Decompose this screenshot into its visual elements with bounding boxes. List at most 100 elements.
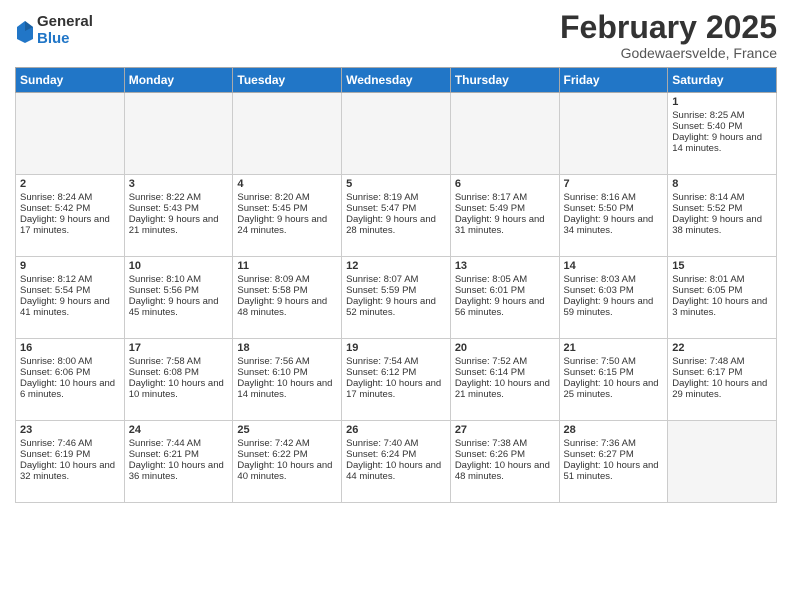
day-number: 6 xyxy=(455,178,555,190)
calendar-cell xyxy=(450,93,559,175)
sunset: Sunset: 6:12 PM xyxy=(346,367,416,378)
day-number: 1 xyxy=(672,96,772,108)
calendar-cell: 16Sunrise: 8:00 AMSunset: 6:06 PMDayligh… xyxy=(16,339,125,421)
daylight: Daylight: 10 hours and 14 minutes. xyxy=(237,378,332,400)
day-number: 12 xyxy=(346,260,446,272)
sunrise: Sunrise: 8:14 AM xyxy=(672,192,744,203)
day-number: 14 xyxy=(564,260,664,272)
sunset: Sunset: 5:40 PM xyxy=(672,121,742,132)
day-number: 2 xyxy=(20,178,120,190)
sunrise: Sunrise: 8:09 AM xyxy=(237,274,309,285)
sunset: Sunset: 5:42 PM xyxy=(20,203,90,214)
day-number: 16 xyxy=(20,342,120,354)
sunrise: Sunrise: 7:40 AM xyxy=(346,438,418,449)
calendar-cell: 24Sunrise: 7:44 AMSunset: 6:21 PMDayligh… xyxy=(124,421,233,503)
calendar-cell: 7Sunrise: 8:16 AMSunset: 5:50 PMDaylight… xyxy=(559,175,668,257)
calendar-week-1: 2Sunrise: 8:24 AMSunset: 5:42 PMDaylight… xyxy=(16,175,777,257)
sunrise: Sunrise: 7:48 AM xyxy=(672,356,744,367)
location: Godewaersvelde, France xyxy=(560,45,777,61)
daylight: Daylight: 10 hours and 21 minutes. xyxy=(455,378,550,400)
sunrise: Sunrise: 8:07 AM xyxy=(346,274,418,285)
day-number: 3 xyxy=(129,178,229,190)
day-number: 18 xyxy=(237,342,337,354)
sunrise: Sunrise: 7:38 AM xyxy=(455,438,527,449)
sunrise: Sunrise: 8:00 AM xyxy=(20,356,92,367)
sunrise: Sunrise: 8:19 AM xyxy=(346,192,418,203)
sunset: Sunset: 6:19 PM xyxy=(20,449,90,460)
sunset: Sunset: 5:43 PM xyxy=(129,203,199,214)
day-number: 27 xyxy=(455,424,555,436)
daylight: Daylight: 10 hours and 6 minutes. xyxy=(20,378,115,400)
daylight: Daylight: 10 hours and 25 minutes. xyxy=(564,378,659,400)
sunset: Sunset: 6:08 PM xyxy=(129,367,199,378)
sunset: Sunset: 6:17 PM xyxy=(672,367,742,378)
calendar-cell: 13Sunrise: 8:05 AMSunset: 6:01 PMDayligh… xyxy=(450,257,559,339)
day-number: 9 xyxy=(20,260,120,272)
sunset: Sunset: 6:26 PM xyxy=(455,449,525,460)
sunset: Sunset: 5:59 PM xyxy=(346,285,416,296)
calendar-cell: 21Sunrise: 7:50 AMSunset: 6:15 PMDayligh… xyxy=(559,339,668,421)
calendar-cell xyxy=(559,93,668,175)
daylight: Daylight: 9 hours and 59 minutes. xyxy=(564,296,654,318)
title-block: February 2025 Godewaersvelde, France xyxy=(560,10,777,61)
daylight: Daylight: 9 hours and 52 minutes. xyxy=(346,296,436,318)
daylight: Daylight: 9 hours and 41 minutes. xyxy=(20,296,110,318)
daylight: Daylight: 9 hours and 21 minutes. xyxy=(129,214,219,236)
sunrise: Sunrise: 8:12 AM xyxy=(20,274,92,285)
calendar-cell: 26Sunrise: 7:40 AMSunset: 6:24 PMDayligh… xyxy=(342,421,451,503)
daylight: Daylight: 9 hours and 34 minutes. xyxy=(564,214,654,236)
day-number: 11 xyxy=(237,260,337,272)
calendar-cell xyxy=(16,93,125,175)
daylight: Daylight: 9 hours and 17 minutes. xyxy=(20,214,110,236)
sunrise: Sunrise: 7:44 AM xyxy=(129,438,201,449)
sunset: Sunset: 5:58 PM xyxy=(237,285,307,296)
sunset: Sunset: 6:27 PM xyxy=(564,449,634,460)
calendar-cell xyxy=(124,93,233,175)
sunset: Sunset: 6:01 PM xyxy=(455,285,525,296)
sunrise: Sunrise: 7:56 AM xyxy=(237,356,309,367)
sunset: Sunset: 6:05 PM xyxy=(672,285,742,296)
day-number: 23 xyxy=(20,424,120,436)
sunset: Sunset: 6:22 PM xyxy=(237,449,307,460)
sunset: Sunset: 6:15 PM xyxy=(564,367,634,378)
daylight: Daylight: 9 hours and 48 minutes. xyxy=(237,296,327,318)
calendar-cell: 9Sunrise: 8:12 AMSunset: 5:54 PMDaylight… xyxy=(16,257,125,339)
daylight: Daylight: 10 hours and 3 minutes. xyxy=(672,296,767,318)
sunset: Sunset: 5:50 PM xyxy=(564,203,634,214)
calendar-cell: 2 Sunrise: 8:24 AMSunset: 5:42 PMDaylight… xyxy=(16,175,125,257)
logo: General Blue xyxy=(15,14,93,47)
day-number: 26 xyxy=(346,424,446,436)
day-number: 21 xyxy=(564,342,664,354)
sunrise: Sunrise: 7:42 AM xyxy=(237,438,309,449)
calendar-cell: 17Sunrise: 7:58 AMSunset: 6:08 PMDayligh… xyxy=(124,339,233,421)
sunrise: Sunrise: 8:01 AM xyxy=(672,274,744,285)
header-monday: Monday xyxy=(124,68,233,93)
calendar-cell: 4Sunrise: 8:20 AMSunset: 5:45 PMDaylight… xyxy=(233,175,342,257)
daylight: Daylight: 10 hours and 48 minutes. xyxy=(455,460,550,482)
sunrise: Sunrise: 8:10 AM xyxy=(129,274,201,285)
calendar-cell: 11 Sunrise: 8:09 AMSunset: 5:58 PMDayligh… xyxy=(233,257,342,339)
sunrise: Sunrise: 8:25 AM xyxy=(672,110,744,121)
sunrise: Sunrise: 8:24 AM xyxy=(20,192,92,203)
daylight: Daylight: 10 hours and 10 minutes. xyxy=(129,378,224,400)
calendar-week-4: 23Sunrise: 7:46 AMSunset: 6:19 PMDayligh… xyxy=(16,421,777,503)
day-number: 8 xyxy=(672,178,772,190)
header-sunday: Sunday xyxy=(16,68,125,93)
sunrise: Sunrise: 7:36 AM xyxy=(564,438,636,449)
sunrise: Sunrise: 7:52 AM xyxy=(455,356,527,367)
month-title: February 2025 xyxy=(560,10,777,45)
calendar-cell: 28Sunrise: 7:36 AMSunset: 6:27 PMDayligh… xyxy=(559,421,668,503)
day-number: 19 xyxy=(346,342,446,354)
calendar-cell xyxy=(342,93,451,175)
calendar-cell: 20Sunrise: 7:52 AMSunset: 6:14 PMDayligh… xyxy=(450,339,559,421)
sunset: Sunset: 5:47 PM xyxy=(346,203,416,214)
daylight: Daylight: 10 hours and 40 minutes. xyxy=(237,460,332,482)
day-number: 28 xyxy=(564,424,664,436)
calendar-header-row: Sunday Monday Tuesday Wednesday Thursday… xyxy=(16,68,777,93)
sunset: Sunset: 5:52 PM xyxy=(672,203,742,214)
daylight: Daylight: 9 hours and 31 minutes. xyxy=(455,214,545,236)
sunrise: Sunrise: 7:54 AM xyxy=(346,356,418,367)
day-number: 13 xyxy=(455,260,555,272)
daylight: Daylight: 9 hours and 28 minutes. xyxy=(346,214,436,236)
calendar-cell: 22Sunrise: 7:48 AMSunset: 6:17 PMDayligh… xyxy=(668,339,777,421)
